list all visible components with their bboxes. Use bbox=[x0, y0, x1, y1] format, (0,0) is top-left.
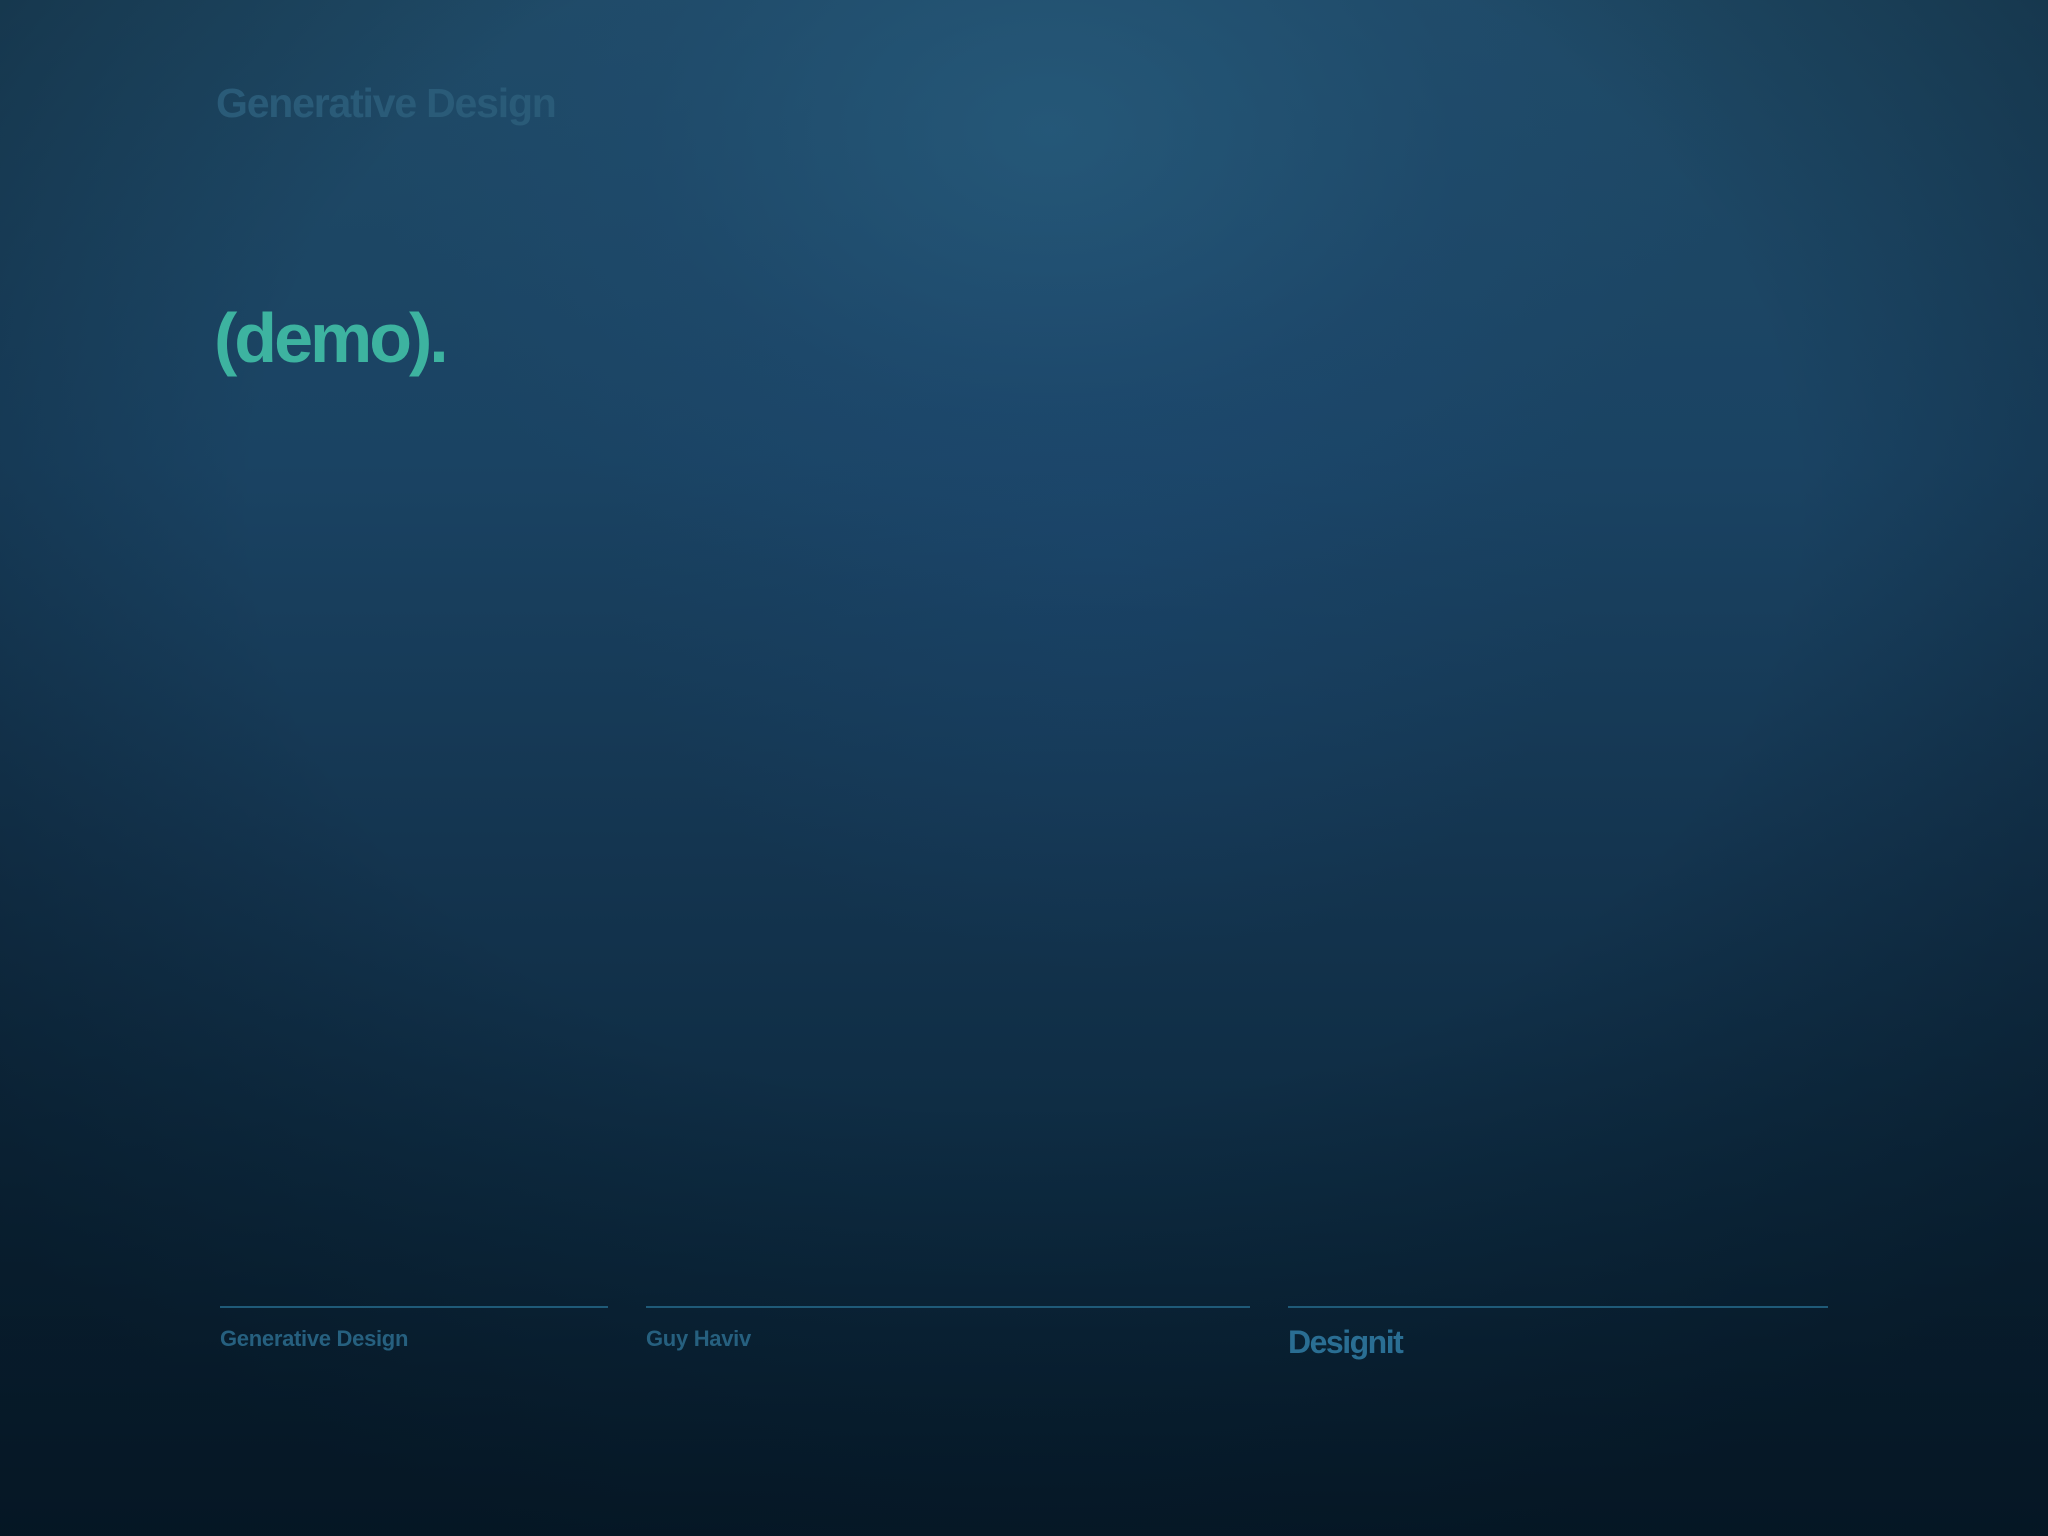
header-title: Generative Design bbox=[216, 80, 557, 126]
footer-project-label: Generative Design bbox=[220, 1326, 409, 1351]
footer-column-project: Generative Design bbox=[220, 1306, 608, 1352]
footer-author-label: Guy Haviv bbox=[646, 1326, 751, 1351]
brand-logo: Designit bbox=[1288, 1324, 1404, 1360]
footer: Generative Design Guy Haviv Designit bbox=[0, 1306, 2048, 1386]
footer-column-author: Guy Haviv bbox=[646, 1306, 1250, 1352]
footer-column-brand: Designit bbox=[1288, 1306, 1828, 1361]
page-heading: (demo). bbox=[214, 299, 449, 377]
